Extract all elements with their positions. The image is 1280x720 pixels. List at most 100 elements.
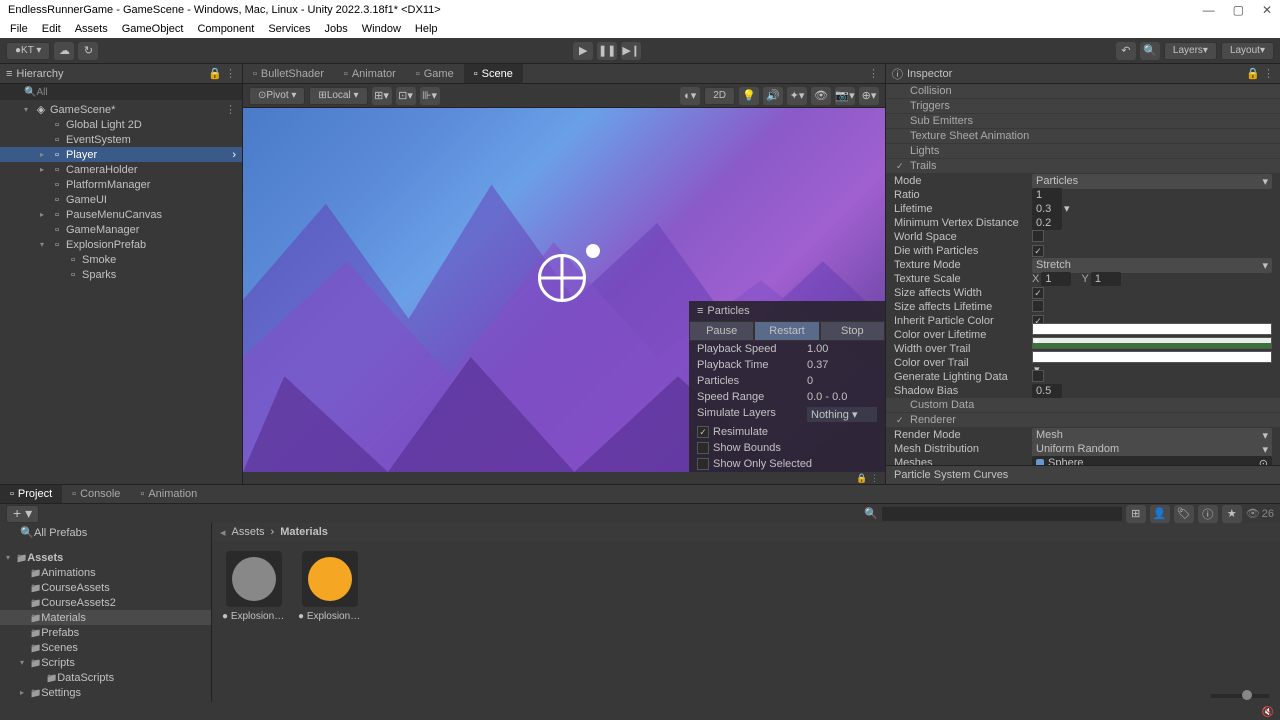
insp-render-mode[interactable]: Render ModeMesh▾ [886, 428, 1280, 442]
menu-services[interactable]: Services [262, 21, 316, 37]
hidden-icon[interactable]: 👁 [811, 87, 831, 105]
insp-die-with-particles[interactable]: Die with Particles✓ [886, 244, 1280, 258]
particle-curves-header[interactable]: Particle System Curves [886, 465, 1280, 484]
insp-texture-scale[interactable]: Texture ScaleX1 Y1 [886, 272, 1280, 286]
light-icon[interactable]: 💡 [739, 87, 759, 105]
breadcrumb-materials[interactable]: Materials [280, 526, 328, 538]
hierarchy-lock-icon[interactable]: 🔒 ⋮ [208, 67, 236, 80]
asset-explosionm[interactable]: ● ExplosionM... [222, 551, 286, 692]
undo-history-icon[interactable]: ↶ [1116, 42, 1136, 60]
tab-animation[interactable]: ▫Animation [130, 485, 207, 503]
module-collision[interactable]: Collision [886, 84, 1280, 98]
folder-prefabs[interactable]: Prefabs [0, 625, 211, 640]
hierarchy-item-pausemenucanvas[interactable]: ▫PauseMenuCanvas [0, 207, 242, 222]
hierarchy-item-gamemanager[interactable]: ▫GameManager [0, 222, 242, 237]
pause-button[interactable]: ❚❚ [597, 42, 617, 60]
account-button[interactable]: ● KT ▾ [6, 42, 50, 60]
hierarchy-item-eventsystem[interactable]: ▫EventSystem [0, 132, 242, 147]
pivot-dropdown[interactable]: ⊙ Pivot ▾ [249, 87, 305, 105]
insp-generate-lighting-data[interactable]: Generate Lighting Data [886, 370, 1280, 384]
cloud-icon[interactable]: ☁ [54, 42, 74, 60]
module-sub-emitters[interactable]: Sub Emitters [886, 114, 1280, 128]
particles-pause-button[interactable]: Pause [689, 321, 754, 341]
project-search[interactable] [882, 507, 1122, 521]
history-icon[interactable]: ↻ [78, 42, 98, 60]
thumbnail-size-slider[interactable] [1210, 694, 1270, 698]
insp-world-space[interactable]: World Space [886, 230, 1280, 244]
hierarchy-search[interactable]: 🔍 All [0, 84, 242, 100]
hierarchy-item-explosionprefab[interactable]: ▫ExplosionPrefab [0, 237, 242, 252]
insp-size-affects-width[interactable]: Size affects Width✓ [886, 286, 1280, 300]
folder-materials[interactable]: Materials [0, 610, 211, 625]
close-icon[interactable]: ✕ [1262, 3, 1272, 17]
hierarchy-menu-icon[interactable]: ≡ [6, 68, 12, 80]
folder-datascripts[interactable]: DataScripts [0, 670, 211, 685]
module-trails[interactable]: Trails [886, 159, 1280, 173]
hierarchy-item-cameraholder[interactable]: ▫CameraHolder [0, 162, 242, 177]
layers-dropdown[interactable]: Layers ▾ [1164, 42, 1217, 60]
hierarchy-item-sparks[interactable]: ▫Sparks [0, 267, 242, 282]
scene-gizmo[interactable] [538, 254, 598, 314]
tab-game[interactable]: ▫Game [406, 64, 464, 83]
mute-icon[interactable]: 🔇 [1262, 707, 1274, 718]
hierarchy-item-player[interactable]: ▫Player› [0, 147, 242, 162]
insp-ratio[interactable]: Ratio1 [886, 188, 1280, 202]
particles-check-show-only-selected[interactable]: Show Only Selected [689, 456, 885, 472]
scene-tabs-menu[interactable]: ⋮ [868, 67, 885, 80]
tab-console[interactable]: ▫Console [62, 485, 130, 503]
search-icon[interactable]: 🔍 [1140, 42, 1160, 60]
scene-root[interactable]: ◈ GameScene* ⋮ [0, 102, 242, 117]
hierarchy-item-gameui[interactable]: ▫GameUI [0, 192, 242, 207]
hierarchy-item-platformmanager[interactable]: ▫PlatformManager [0, 177, 242, 192]
proj-icon-3[interactable]: 🏷 [1174, 505, 1194, 523]
particles-stop-button[interactable]: Stop [820, 321, 885, 341]
folder-scripts[interactable]: Scripts [0, 655, 211, 670]
inspector-lock-icon[interactable]: 🔒 ⋮ [1246, 67, 1274, 80]
module-triggers[interactable]: Triggers [886, 99, 1280, 113]
asset-explosionm[interactable]: ● ExplosionM... [298, 551, 362, 692]
insp-texture-mode[interactable]: Texture ModeStretch▾ [886, 258, 1280, 272]
module-lights[interactable]: Lights [886, 144, 1280, 158]
proj-icon-4[interactable]: ⓘ [1198, 505, 1218, 523]
assets-folder[interactable]: Assets [0, 550, 211, 565]
scene-lock-icon[interactable]: 🔒 ⋮ [856, 473, 879, 484]
snap-icon[interactable]: ⊡▾ [396, 87, 416, 105]
menu-edit[interactable]: Edit [36, 21, 67, 37]
menu-window[interactable]: Window [356, 21, 407, 37]
folder-courseassets2[interactable]: CourseAssets2 [0, 595, 211, 610]
insp-color-over-trail[interactable]: Color over Trail▾ [886, 356, 1280, 370]
draw-mode-icon[interactable]: ◐▾ [680, 87, 700, 105]
hierarchy-item-smoke[interactable]: ▫Smoke [0, 252, 242, 267]
tab-bulletshader[interactable]: ▫BulletShader [243, 64, 334, 83]
folder-scenes[interactable]: Scenes [0, 640, 211, 655]
camera-icon[interactable]: 📷▾ [835, 87, 855, 105]
menu-gameobject[interactable]: GameObject [116, 21, 190, 37]
folder-settings[interactable]: Settings [0, 685, 211, 700]
menu-component[interactable]: Component [191, 21, 260, 37]
menu-jobs[interactable]: Jobs [319, 21, 354, 37]
insp-mesh-distribution[interactable]: Mesh DistributionUniform Random▾ [886, 442, 1280, 456]
insp-size-affects-lifetime[interactable]: Size affects Lifetime [886, 300, 1280, 314]
tab-animator[interactable]: ▫Animator [334, 64, 406, 83]
insp-lifetime[interactable]: Lifetime0.3▾ [886, 202, 1280, 216]
incr-icon[interactable]: ⊪▾ [420, 87, 440, 105]
play-button[interactable]: ▶ [573, 42, 593, 60]
layout-dropdown[interactable]: Layout ▾ [1221, 42, 1274, 60]
project-add-button[interactable]: + ▾ [6, 505, 39, 523]
menu-file[interactable]: File [4, 21, 34, 37]
minimize-icon[interactable]: — [1203, 3, 1215, 17]
maximize-icon[interactable]: ▢ [1233, 3, 1244, 17]
2d-toggle[interactable]: 2D [704, 87, 735, 105]
breadcrumb-assets[interactable]: Assets [232, 526, 265, 538]
menu-help[interactable]: Help [409, 21, 444, 37]
particles-check-show-bounds[interactable]: Show Bounds [689, 440, 885, 456]
folder-courseassets[interactable]: CourseAssets [0, 580, 211, 595]
fx-icon[interactable]: ✦▾ [787, 87, 807, 105]
particles-restart-button[interactable]: Restart [754, 321, 819, 341]
scene-viewport[interactable]: ≡ Particles Pause Restart Stop Playback … [243, 108, 885, 472]
insp-shadow-bias[interactable]: Shadow Bias0.5 [886, 384, 1280, 398]
step-button[interactable]: ▶❙ [621, 42, 641, 60]
gizmo-icon[interactable]: ⊕▾ [859, 87, 879, 105]
particles-check-resimulate[interactable]: ✓Resimulate [689, 424, 885, 440]
menu-assets[interactable]: Assets [69, 21, 114, 37]
